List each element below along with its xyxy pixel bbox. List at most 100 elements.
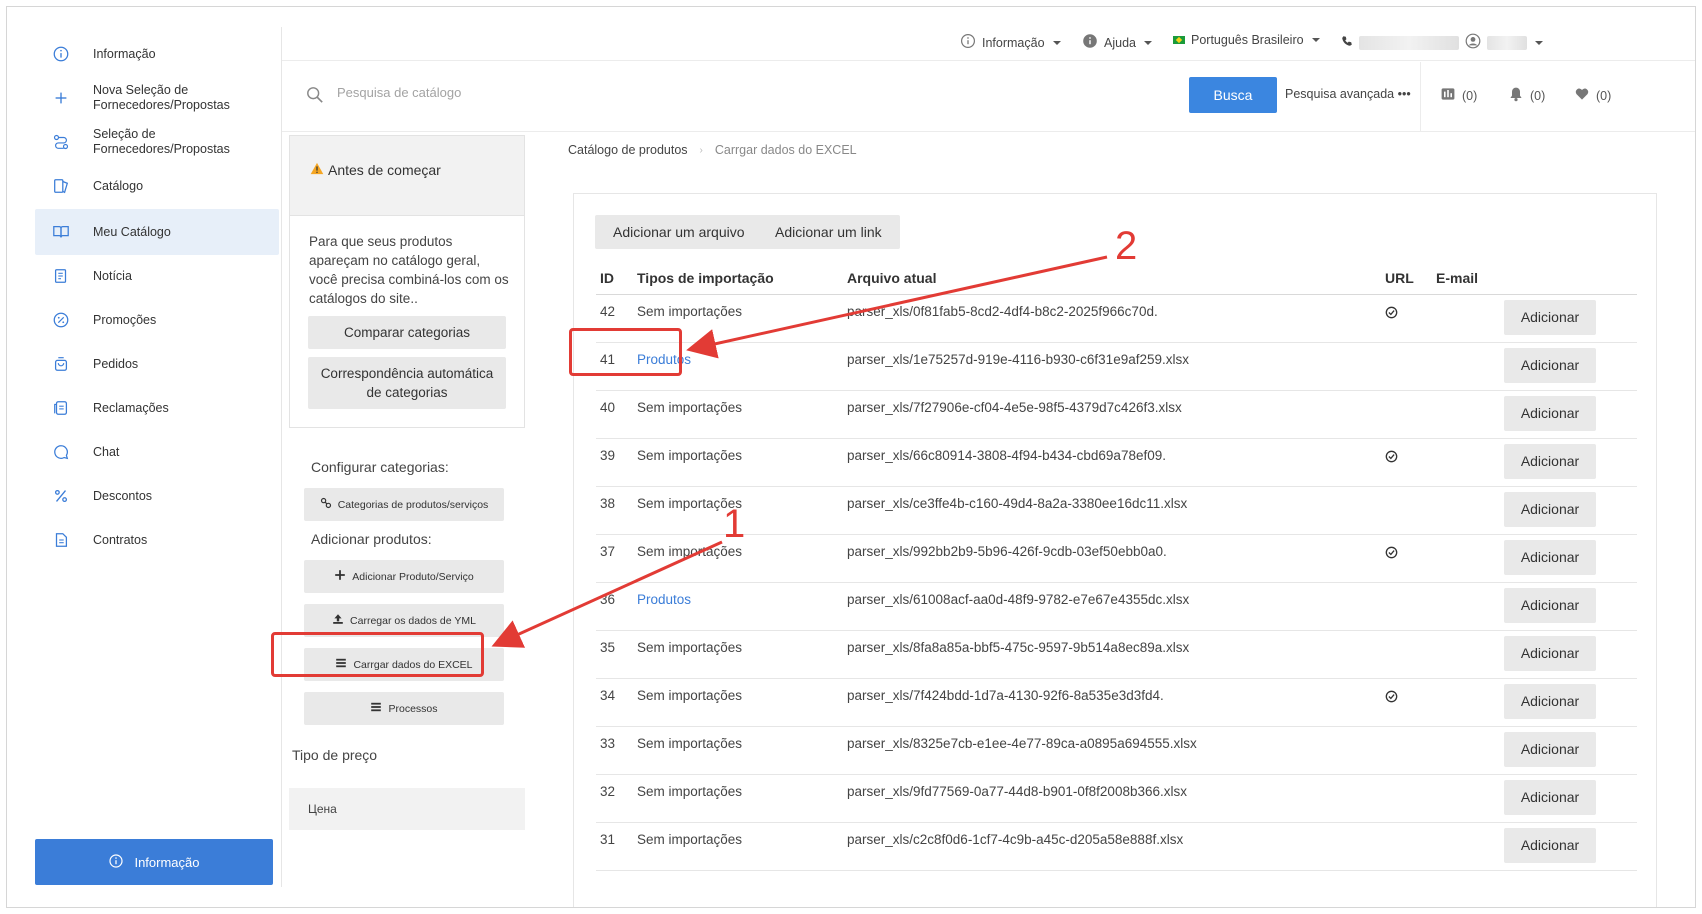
info-icon [960, 33, 976, 52]
info-footer-button[interactable]: Informação [35, 839, 273, 885]
row-current-file: parser_xls/66c80914-3808-4f94-b434-cbd69… [843, 438, 1381, 487]
row-url [1381, 630, 1432, 679]
col-action [1500, 262, 1637, 295]
row-import-type: Sem importações [633, 438, 843, 487]
sidebar-item-promocoes[interactable]: Promoções [35, 297, 279, 343]
breadcrumb-root[interactable]: Catálogo de produtos [568, 143, 688, 157]
complaint-icon [51, 398, 71, 418]
help-menu[interactable]: Ajuda [1082, 33, 1152, 52]
row-url [1381, 582, 1432, 631]
load-yml-label: Carregar os dados de YML [350, 614, 476, 627]
add-button[interactable]: Adicionar [1504, 779, 1596, 815]
search-input[interactable] [337, 85, 1037, 100]
add-button[interactable]: Adicionar [1504, 299, 1596, 335]
favorites-counter[interactable]: (0) [1574, 86, 1611, 105]
sidebar-item-meu-catalogo[interactable]: Meu Catálogo [35, 209, 279, 255]
sidebar-item-label: Notícia [93, 268, 132, 283]
row-current-file: parser_xls/ce3ffe4b-c160-49d4-8a2a-3380e… [843, 486, 1381, 535]
sidebar-item-pedidos[interactable]: Pedidos [35, 341, 279, 387]
sidebar-item-nova-selecao[interactable]: Nova Seleção de Fornecedores/Propostas [35, 75, 279, 121]
add-button[interactable]: Adicionar [1504, 395, 1596, 431]
info-menu-label: Informação [982, 35, 1045, 50]
sidebar-item-label: Meu Catálogo [93, 224, 171, 239]
table-row: 32 Sem importações parser_xls/9fd77569-0a7… [596, 774, 1637, 823]
row-import-type: Sem importações [633, 630, 843, 679]
user-menu[interactable] [1341, 33, 1543, 52]
add-button[interactable]: Adicionar [1504, 347, 1596, 383]
col-tipo: Tipos de importação [633, 262, 843, 295]
row-action: Adicionar [1500, 294, 1637, 343]
sidebar-item-catalogo[interactable]: Catálogo [35, 163, 279, 209]
add-button[interactable]: Adicionar [1504, 635, 1596, 671]
info-menu[interactable]: Informação [960, 33, 1061, 52]
row-email [1432, 294, 1500, 343]
row-url [1381, 438, 1432, 487]
import-type-text: Sem importações [637, 639, 743, 655]
upload-icon [332, 613, 344, 628]
auto-match-categories-button[interactable]: Correspondência automática de categorias [308, 357, 506, 409]
compare-categories-button[interactable]: Comparar categorias [308, 316, 506, 349]
search-button[interactable]: Busca [1189, 77, 1277, 113]
row-email [1432, 438, 1500, 487]
divider [1420, 62, 1421, 132]
sidebar-item-label: Promoções [93, 312, 157, 327]
link-icon [320, 497, 332, 512]
add-link-button[interactable]: Adicionar um link [757, 215, 900, 249]
add-button[interactable]: Adicionar [1504, 491, 1596, 527]
sidebar-item-label: Informação [93, 46, 156, 61]
compare-counter[interactable]: (0) [1440, 86, 1477, 105]
catalog-icon [51, 176, 71, 196]
add-button[interactable]: Adicionar [1504, 827, 1596, 863]
sidebar-item-reclamacoes[interactable]: Reclamações [35, 385, 279, 431]
favorites-count: (0) [1596, 88, 1612, 103]
product-categories-button[interactable]: Categorias de produtos/serviços [304, 488, 504, 521]
table-row: 33 Sem importações parser_xls/8325e7cb-e1e… [596, 726, 1637, 775]
table-row: 36 Produtos parser_xls/61008acf-aa0d-48f9-… [596, 582, 1637, 631]
row-email [1432, 534, 1500, 583]
notifications-counter[interactable]: (0) [1508, 86, 1545, 105]
row-action: Adicionar [1500, 822, 1637, 871]
sidebar-item-contratos[interactable]: Contratos [35, 517, 279, 563]
add-file-button[interactable]: Adicionar um arquivo [595, 215, 763, 249]
row-id: 38 [596, 486, 633, 535]
chevron-down-icon [1143, 40, 1152, 45]
price-type-option[interactable]: Цена [289, 788, 525, 830]
sidebar-item-descontos[interactable]: Descontos [35, 473, 279, 519]
imports-card: Adicionar um arquivo Adicionar um link I… [573, 193, 1657, 907]
compare-icon [1440, 86, 1456, 105]
table-row: 34 Sem importações parser_xls/7f424bdd-1d7… [596, 678, 1637, 727]
row-id: 36 [596, 582, 633, 631]
check-circle-icon [1385, 690, 1398, 702]
add-button[interactable]: Adicionar [1504, 539, 1596, 575]
row-id: 31 [596, 822, 633, 871]
add-button[interactable]: Adicionar [1504, 731, 1596, 767]
advanced-search-link[interactable]: Pesquisa avançada ••• [1285, 87, 1411, 101]
sidebar-item-selecao[interactable]: Seleção de Fornecedores/Propostas [35, 119, 279, 165]
sidebar-item-informacao[interactable]: Informação [35, 31, 279, 77]
info-footer-label: Informação [134, 854, 200, 870]
row-import-type: Sem importações [633, 774, 843, 823]
annotation-label-2: 2 [1115, 224, 1138, 268]
promo-icon [51, 310, 71, 330]
processes-label: Processos [388, 702, 438, 715]
row-current-file: parser_xls/0f81fab5-8cd2-4df4-b8c2-2025f… [843, 294, 1381, 343]
import-type-text: Sem importações [637, 447, 743, 463]
before-start-header: Antes de começar [289, 135, 525, 215]
add-button[interactable]: Adicionar [1504, 443, 1596, 479]
processes-button[interactable]: Processos [304, 692, 504, 725]
percent-icon [51, 486, 71, 506]
notifications-count: (0) [1530, 88, 1546, 103]
user-icon [1465, 33, 1481, 52]
add-product-button[interactable]: Adicionar Produto/Serviço [304, 560, 504, 593]
chat-icon [51, 442, 71, 462]
sidebar-item-chat[interactable]: Chat [35, 429, 279, 475]
add-button[interactable]: Adicionar [1504, 587, 1596, 623]
row-action: Adicionar [1500, 582, 1637, 631]
add-button[interactable]: Adicionar [1504, 683, 1596, 719]
check-circle-icon [1385, 450, 1398, 462]
phone-number-redacted [1359, 35, 1459, 50]
row-action: Adicionar [1500, 630, 1637, 679]
language-menu[interactable]: Português Brasileiro [1173, 33, 1320, 47]
import-type-text[interactable]: Produtos [637, 592, 691, 607]
sidebar-item-noticia[interactable]: Notícia [35, 253, 279, 299]
